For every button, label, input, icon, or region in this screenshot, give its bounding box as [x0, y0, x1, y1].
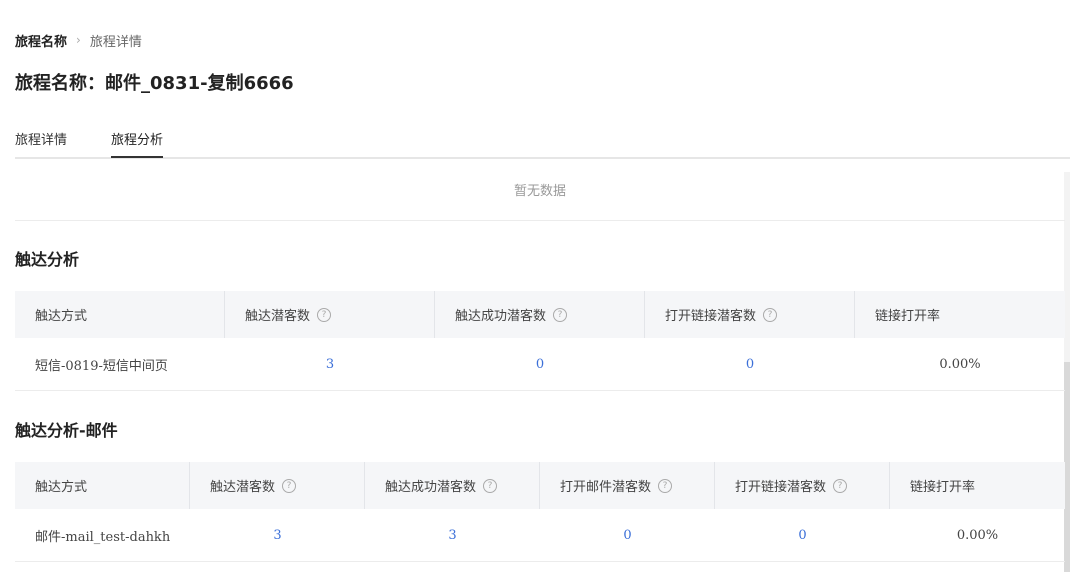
help-icon[interactable]: ?: [658, 478, 673, 493]
open-mail-count-link[interactable]: 0: [540, 509, 715, 561]
help-icon[interactable]: ?: [282, 478, 297, 493]
reach-success-count-link[interactable]: 0: [435, 338, 645, 390]
reach-analysis-title: 触达分析: [15, 250, 80, 269]
reach-count-link[interactable]: 3: [190, 509, 365, 561]
reach-method-cell: 短信-0819-短信中间页: [35, 358, 168, 374]
open-link-count-link[interactable]: 0: [715, 509, 890, 561]
column-header: 触达潜客数 ?: [225, 291, 435, 338]
help-icon[interactable]: ?: [553, 307, 568, 322]
active-tab-indicator: [111, 156, 164, 158]
column-header: 链接打开率: [875, 309, 941, 324]
breadcrumb-current: 旅程详情: [89, 34, 142, 50]
section-divider: [15, 220, 1065, 221]
mail-reach-analysis-title: 触达分析-邮件: [15, 421, 118, 440]
column-header: 链接打开率: [910, 480, 976, 495]
chevron-right-icon: ›: [76, 33, 81, 47]
mail-reach-analysis-table: 触达方式 触达潜客数 ? 触达成功潜客数 ? 打开邮件潜客数 ? 打开链接潜客数…: [15, 462, 1065, 562]
help-icon[interactable]: ?: [483, 478, 498, 493]
column-header: 触达方式: [15, 462, 190, 509]
help-icon[interactable]: ?: [763, 307, 778, 322]
table-header: 触达方式 触达潜客数 ? 触达成功潜客数 ? 打开邮件潜客数 ? 打开链接潜客数…: [15, 462, 1065, 509]
table-row: 邮件-mail_test-dahkh 3 3 0 0 0.00%: [15, 509, 1065, 562]
help-icon[interactable]: ?: [317, 307, 332, 322]
column-header: 触达方式: [15, 291, 225, 338]
reach-analysis-table: 触达方式 触达潜客数 ? 触达成功潜客数 ? 打开链接潜客数 ? 链接打开率 短…: [15, 291, 1065, 391]
column-header: 打开链接潜客数 ?: [645, 291, 855, 338]
help-icon[interactable]: ?: [833, 478, 848, 493]
empty-state-text: 暂无数据: [513, 184, 566, 199]
link-open-rate-cell: 0.00%: [956, 527, 999, 543]
breadcrumb-root-link[interactable]: 旅程名称: [15, 31, 67, 50]
column-header: 触达成功潜客数 ?: [365, 462, 540, 509]
open-link-count-link[interactable]: 0: [645, 338, 855, 390]
tab-label: 旅程分析: [111, 133, 164, 148]
link-open-rate-cell: 0.00%: [939, 356, 981, 372]
column-header: 打开链接潜客数 ?: [715, 462, 890, 509]
column-header: 触达成功潜客数 ?: [435, 291, 645, 338]
tab-bar: 旅程详情 旅程分析: [15, 120, 1070, 159]
column-header: 打开邮件潜客数 ?: [540, 462, 715, 509]
tab-journey-details[interactable]: 旅程详情: [15, 129, 67, 148]
table-header: 触达方式 触达潜客数 ? 触达成功潜客数 ? 打开链接潜客数 ? 链接打开率: [15, 291, 1065, 338]
table-row: 短信-0819-短信中间页 3 0 0 0.00%: [15, 338, 1065, 391]
breadcrumb: 旅程名称 › 旅程详情: [15, 31, 142, 50]
page-title: 旅程名称：邮件_0831-复制6666: [15, 73, 294, 94]
reach-success-count-link[interactable]: 3: [365, 509, 540, 561]
reach-method-cell: 邮件-mail_test-dahkh: [35, 529, 171, 545]
reach-count-link[interactable]: 3: [225, 338, 435, 390]
column-header: 触达潜客数 ?: [190, 462, 365, 509]
tab-journey-analysis[interactable]: 旅程分析: [111, 129, 164, 158]
tab-label: 旅程详情: [15, 133, 68, 148]
